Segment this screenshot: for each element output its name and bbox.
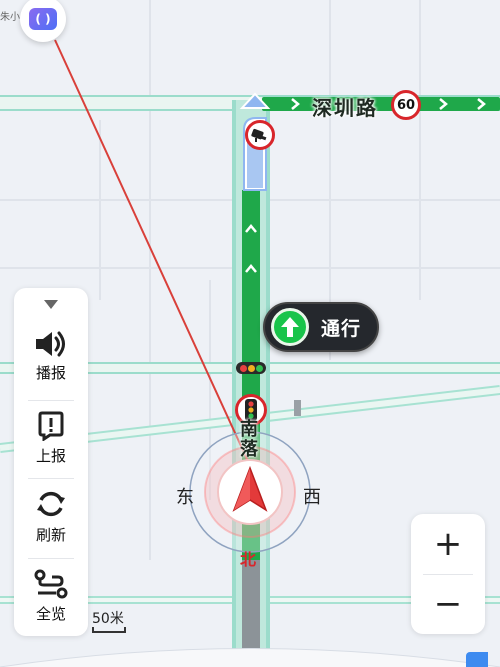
report-label: 上报 — [35, 446, 66, 465]
vertical-road-name: 南落 — [240, 419, 258, 460]
compass-east-label: 东 — [176, 487, 194, 508]
traffic-light-status-text: 通行 — [321, 317, 362, 340]
speed-camera-icon — [245, 120, 275, 150]
speaker-icon — [36, 331, 65, 356]
zoom-out-button[interactable]: − — [411, 574, 485, 634]
overview-button[interactable]: 全览 — [14, 558, 88, 634]
compass-north-label: 北 — [240, 550, 257, 569]
route-overview-icon — [34, 569, 68, 598]
broadcast-button[interactable]: 播报 — [14, 318, 88, 394]
street-name-label: 深圳路 — [312, 96, 378, 120]
zoom-in-button[interactable]: + — [411, 514, 485, 574]
assistant-icon: ( ) — [29, 8, 57, 30]
bottom-arc — [0, 648, 500, 667]
overview-label: 全览 — [35, 604, 66, 623]
refresh-icon — [37, 491, 65, 516]
refresh-button[interactable]: 刷新 — [14, 478, 88, 554]
zoom-controls: + − — [411, 514, 485, 634]
collapse-toolbar-icon[interactable] — [44, 300, 58, 309]
scale-label: 50米 — [92, 611, 124, 627]
broadcast-label: 播报 — [35, 363, 66, 382]
compass-west-label: 西 — [303, 487, 321, 508]
traffic-light-status-bubble[interactable]: 通行 — [263, 302, 379, 352]
report-icon — [38, 411, 64, 441]
refresh-label: 刷新 — [35, 525, 66, 544]
report-button[interactable]: 上报 — [14, 400, 88, 476]
scale-bar — [92, 627, 126, 633]
bottom-panel-handle[interactable] — [466, 652, 488, 667]
speed-limit-sign: 60 — [391, 90, 421, 120]
poi-marker — [294, 400, 301, 416]
go-arrow-icon — [271, 308, 309, 346]
traffic-light-icon — [236, 362, 266, 374]
status-fragment-text: 朱小 — [0, 12, 20, 23]
